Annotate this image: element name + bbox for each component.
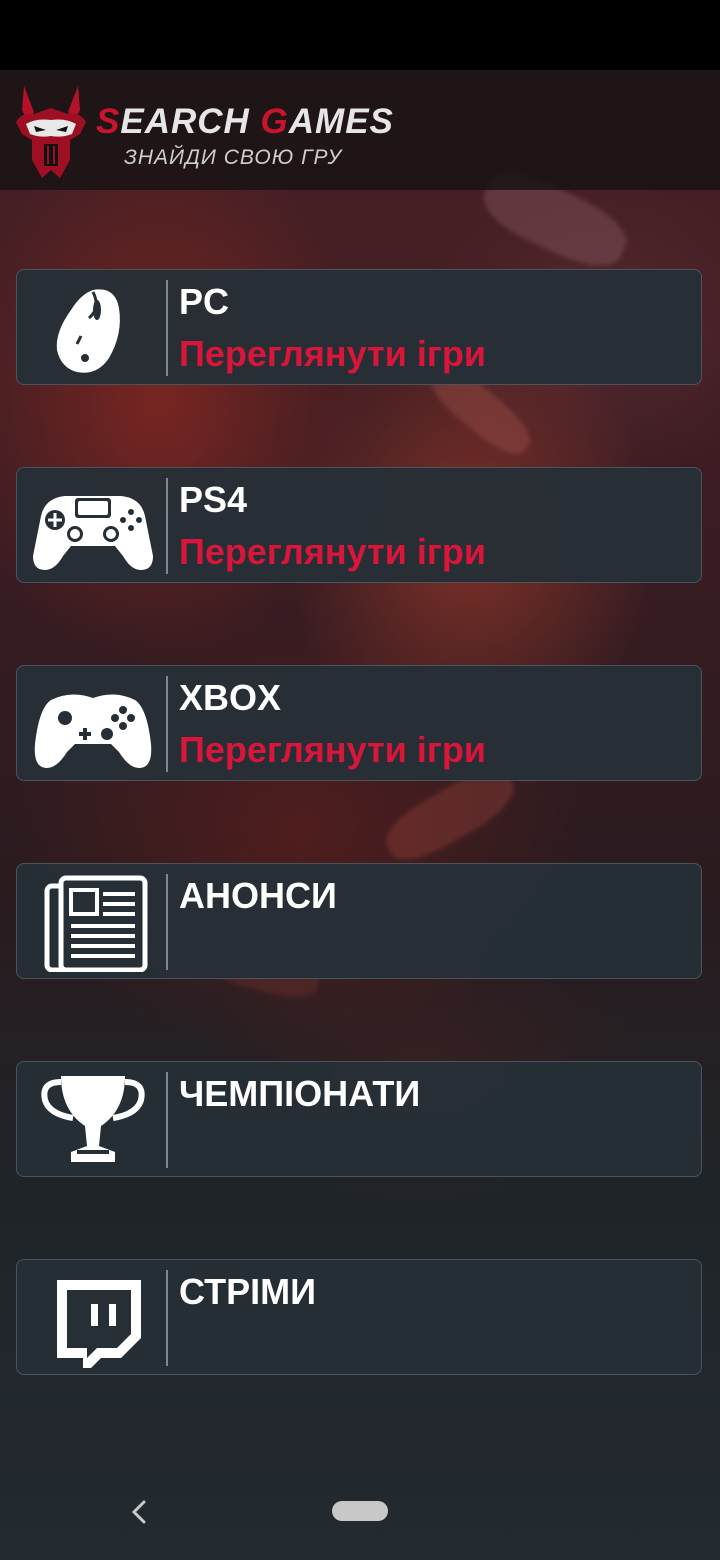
trophy-icon (41, 1076, 145, 1162)
menu-card-streams[interactable]: СТРІМИ (16, 1259, 702, 1375)
card-divider (166, 1270, 168, 1366)
twitch-icon (57, 1280, 141, 1368)
card-divider (166, 676, 168, 772)
xbox-controller-icon (34, 694, 152, 768)
menu-card-title: PS4 (179, 479, 248, 520)
menu-card-title: XBOX (179, 677, 282, 718)
menu-card-xbox[interactable]: XBOX Переглянути ігри (16, 665, 702, 781)
card-divider (166, 280, 168, 376)
view-games-link[interactable]: Переглянути ігри (179, 531, 486, 573)
card-divider (166, 874, 168, 970)
menu-card-championships[interactable]: ЧЕМПІОНАТИ (16, 1061, 702, 1177)
menu-card-announcements[interactable]: АНОНСИ (16, 863, 702, 979)
view-games-link[interactable]: Переглянути ігри (179, 729, 486, 771)
menu-card-ps4[interactable]: PS4 Переглянути ігри (16, 467, 702, 583)
app-logo-title: SEARCH GAMES (96, 102, 394, 141)
view-games-link[interactable]: Переглянути ігри (179, 333, 486, 375)
menu-card-title: АНОНСИ (179, 875, 337, 916)
menu-card-pc[interactable]: PC Переглянути ігри (16, 269, 702, 385)
card-divider (166, 1072, 168, 1168)
back-chevron-icon[interactable] (124, 1494, 154, 1530)
mouse-icon (56, 289, 120, 373)
skull-logo-icon (16, 86, 86, 178)
menu-card-title: PC (179, 281, 230, 322)
newspaper-icon (44, 875, 148, 972)
card-divider (166, 478, 168, 574)
menu-card-title: ЧЕМПІОНАТИ (179, 1073, 421, 1114)
app-logo-subtitle: ЗНАЙДИ СВОЮ ГРУ (124, 146, 342, 169)
menu-card-title: СТРІМИ (179, 1271, 316, 1312)
home-pill-icon[interactable] (332, 1501, 388, 1521)
ps4-controller-icon (33, 496, 153, 570)
